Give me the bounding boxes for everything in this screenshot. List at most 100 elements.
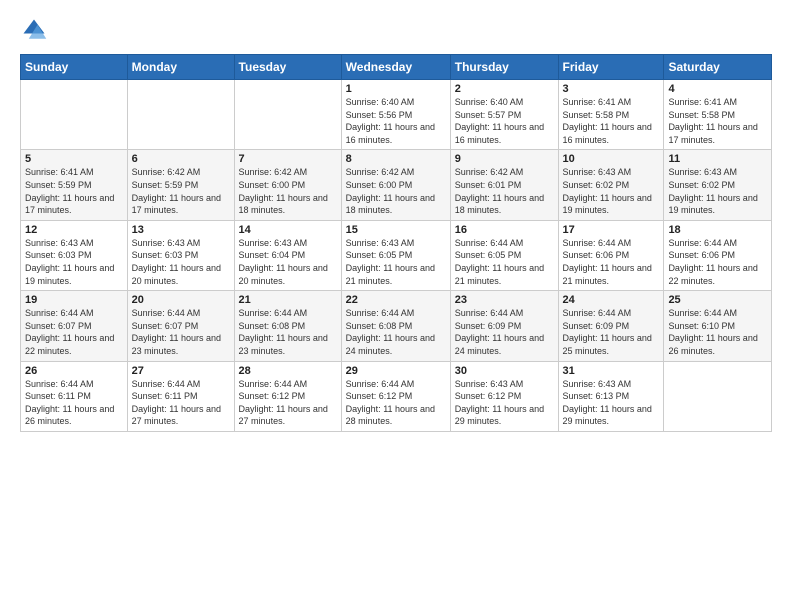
calendar-cell [127, 80, 234, 150]
day-info: Sunrise: 6:44 AMSunset: 6:07 PMDaylight:… [25, 307, 123, 357]
calendar-cell: 28Sunrise: 6:44 AMSunset: 6:12 PMDayligh… [234, 361, 341, 431]
calendar-cell: 30Sunrise: 6:43 AMSunset: 6:12 PMDayligh… [450, 361, 558, 431]
col-header-tuesday: Tuesday [234, 55, 341, 80]
day-number: 9 [455, 153, 554, 165]
day-info: Sunrise: 6:41 AMSunset: 5:58 PMDaylight:… [563, 96, 660, 146]
day-info: Sunrise: 6:42 AMSunset: 5:59 PMDaylight:… [132, 166, 230, 216]
day-info: Sunrise: 6:44 AMSunset: 6:06 PMDaylight:… [668, 237, 767, 287]
calendar-cell: 8Sunrise: 6:42 AMSunset: 6:00 PMDaylight… [341, 150, 450, 220]
day-number: 16 [455, 224, 554, 236]
calendar: SundayMondayTuesdayWednesdayThursdayFrid… [20, 54, 772, 432]
calendar-cell: 18Sunrise: 6:44 AMSunset: 6:06 PMDayligh… [664, 220, 772, 290]
week-row-4: 19Sunrise: 6:44 AMSunset: 6:07 PMDayligh… [21, 291, 772, 361]
day-number: 13 [132, 224, 230, 236]
day-info: Sunrise: 6:44 AMSunset: 6:09 PMDaylight:… [563, 307, 660, 357]
day-number: 3 [563, 83, 660, 95]
week-row-1: 1Sunrise: 6:40 AMSunset: 5:56 PMDaylight… [21, 80, 772, 150]
calendar-cell: 2Sunrise: 6:40 AMSunset: 5:57 PMDaylight… [450, 80, 558, 150]
calendar-cell [664, 361, 772, 431]
week-row-3: 12Sunrise: 6:43 AMSunset: 6:03 PMDayligh… [21, 220, 772, 290]
col-header-thursday: Thursday [450, 55, 558, 80]
day-number: 28 [239, 365, 337, 377]
day-number: 12 [25, 224, 123, 236]
day-number: 6 [132, 153, 230, 165]
day-number: 18 [668, 224, 767, 236]
day-number: 2 [455, 83, 554, 95]
day-info: Sunrise: 6:44 AMSunset: 6:06 PMDaylight:… [563, 237, 660, 287]
week-row-5: 26Sunrise: 6:44 AMSunset: 6:11 PMDayligh… [21, 361, 772, 431]
header-row: SundayMondayTuesdayWednesdayThursdayFrid… [21, 55, 772, 80]
calendar-cell: 4Sunrise: 6:41 AMSunset: 5:58 PMDaylight… [664, 80, 772, 150]
calendar-cell: 29Sunrise: 6:44 AMSunset: 6:12 PMDayligh… [341, 361, 450, 431]
day-number: 8 [346, 153, 446, 165]
calendar-cell: 19Sunrise: 6:44 AMSunset: 6:07 PMDayligh… [21, 291, 128, 361]
col-header-friday: Friday [558, 55, 664, 80]
day-info: Sunrise: 6:42 AMSunset: 6:01 PMDaylight:… [455, 166, 554, 216]
day-number: 11 [668, 153, 767, 165]
day-info: Sunrise: 6:43 AMSunset: 6:02 PMDaylight:… [668, 166, 767, 216]
day-number: 25 [668, 294, 767, 306]
day-number: 20 [132, 294, 230, 306]
calendar-cell: 13Sunrise: 6:43 AMSunset: 6:03 PMDayligh… [127, 220, 234, 290]
calendar-cell: 27Sunrise: 6:44 AMSunset: 6:11 PMDayligh… [127, 361, 234, 431]
day-info: Sunrise: 6:44 AMSunset: 6:05 PMDaylight:… [455, 237, 554, 287]
col-header-wednesday: Wednesday [341, 55, 450, 80]
day-number: 7 [239, 153, 337, 165]
day-info: Sunrise: 6:43 AMSunset: 6:13 PMDaylight:… [563, 378, 660, 428]
calendar-cell: 24Sunrise: 6:44 AMSunset: 6:09 PMDayligh… [558, 291, 664, 361]
day-number: 26 [25, 365, 123, 377]
week-row-2: 5Sunrise: 6:41 AMSunset: 5:59 PMDaylight… [21, 150, 772, 220]
calendar-cell: 17Sunrise: 6:44 AMSunset: 6:06 PMDayligh… [558, 220, 664, 290]
calendar-cell: 10Sunrise: 6:43 AMSunset: 6:02 PMDayligh… [558, 150, 664, 220]
calendar-cell: 25Sunrise: 6:44 AMSunset: 6:10 PMDayligh… [664, 291, 772, 361]
calendar-cell: 7Sunrise: 6:42 AMSunset: 6:00 PMDaylight… [234, 150, 341, 220]
calendar-cell: 5Sunrise: 6:41 AMSunset: 5:59 PMDaylight… [21, 150, 128, 220]
day-info: Sunrise: 6:40 AMSunset: 5:56 PMDaylight:… [346, 96, 446, 146]
day-number: 17 [563, 224, 660, 236]
day-info: Sunrise: 6:44 AMSunset: 6:08 PMDaylight:… [346, 307, 446, 357]
calendar-cell: 15Sunrise: 6:43 AMSunset: 6:05 PMDayligh… [341, 220, 450, 290]
calendar-cell: 9Sunrise: 6:42 AMSunset: 6:01 PMDaylight… [450, 150, 558, 220]
day-number: 29 [346, 365, 446, 377]
calendar-cell: 14Sunrise: 6:43 AMSunset: 6:04 PMDayligh… [234, 220, 341, 290]
calendar-cell: 31Sunrise: 6:43 AMSunset: 6:13 PMDayligh… [558, 361, 664, 431]
day-info: Sunrise: 6:44 AMSunset: 6:11 PMDaylight:… [132, 378, 230, 428]
day-info: Sunrise: 6:44 AMSunset: 6:10 PMDaylight:… [668, 307, 767, 357]
logo [20, 16, 50, 44]
day-info: Sunrise: 6:40 AMSunset: 5:57 PMDaylight:… [455, 96, 554, 146]
day-number: 19 [25, 294, 123, 306]
day-number: 27 [132, 365, 230, 377]
day-number: 14 [239, 224, 337, 236]
day-info: Sunrise: 6:43 AMSunset: 6:03 PMDaylight:… [132, 237, 230, 287]
col-header-sunday: Sunday [21, 55, 128, 80]
page: SundayMondayTuesdayWednesdayThursdayFrid… [0, 0, 792, 612]
day-number: 1 [346, 83, 446, 95]
day-info: Sunrise: 6:44 AMSunset: 6:07 PMDaylight:… [132, 307, 230, 357]
calendar-cell: 6Sunrise: 6:42 AMSunset: 5:59 PMDaylight… [127, 150, 234, 220]
calendar-cell: 23Sunrise: 6:44 AMSunset: 6:09 PMDayligh… [450, 291, 558, 361]
calendar-cell: 16Sunrise: 6:44 AMSunset: 6:05 PMDayligh… [450, 220, 558, 290]
col-header-monday: Monday [127, 55, 234, 80]
col-header-saturday: Saturday [664, 55, 772, 80]
day-number: 4 [668, 83, 767, 95]
calendar-cell: 11Sunrise: 6:43 AMSunset: 6:02 PMDayligh… [664, 150, 772, 220]
day-number: 24 [563, 294, 660, 306]
day-info: Sunrise: 6:43 AMSunset: 6:03 PMDaylight:… [25, 237, 123, 287]
calendar-cell: 21Sunrise: 6:44 AMSunset: 6:08 PMDayligh… [234, 291, 341, 361]
day-number: 22 [346, 294, 446, 306]
calendar-cell [21, 80, 128, 150]
day-info: Sunrise: 6:41 AMSunset: 5:59 PMDaylight:… [25, 166, 123, 216]
calendar-cell: 1Sunrise: 6:40 AMSunset: 5:56 PMDaylight… [341, 80, 450, 150]
day-info: Sunrise: 6:42 AMSunset: 6:00 PMDaylight:… [346, 166, 446, 216]
day-info: Sunrise: 6:43 AMSunset: 6:05 PMDaylight:… [346, 237, 446, 287]
logo-icon [20, 16, 48, 44]
calendar-cell [234, 80, 341, 150]
calendar-cell: 12Sunrise: 6:43 AMSunset: 6:03 PMDayligh… [21, 220, 128, 290]
day-info: Sunrise: 6:44 AMSunset: 6:11 PMDaylight:… [25, 378, 123, 428]
calendar-cell: 26Sunrise: 6:44 AMSunset: 6:11 PMDayligh… [21, 361, 128, 431]
calendar-cell: 20Sunrise: 6:44 AMSunset: 6:07 PMDayligh… [127, 291, 234, 361]
day-info: Sunrise: 6:44 AMSunset: 6:08 PMDaylight:… [239, 307, 337, 357]
calendar-cell: 22Sunrise: 6:44 AMSunset: 6:08 PMDayligh… [341, 291, 450, 361]
day-info: Sunrise: 6:44 AMSunset: 6:12 PMDaylight:… [239, 378, 337, 428]
header [20, 16, 772, 44]
